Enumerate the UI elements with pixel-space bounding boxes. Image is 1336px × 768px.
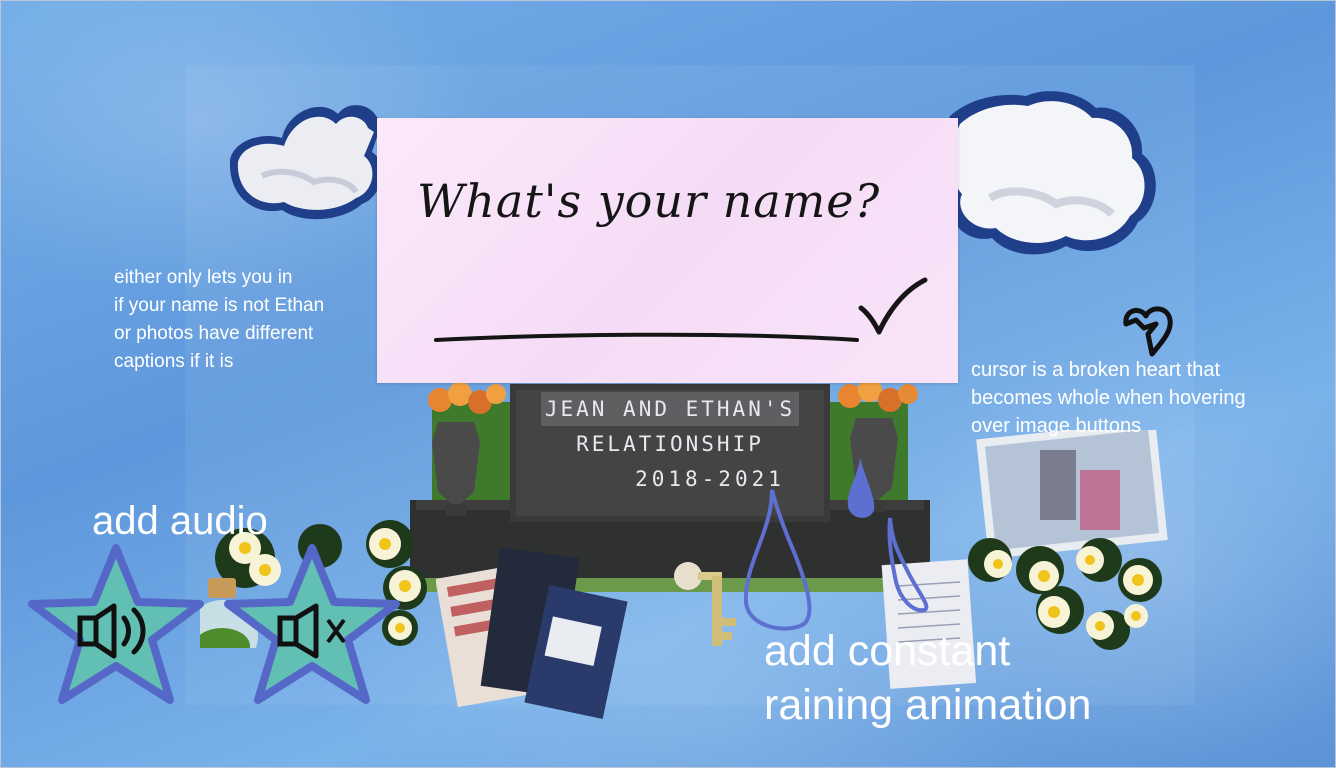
page-frame: [0, 0, 1336, 768]
